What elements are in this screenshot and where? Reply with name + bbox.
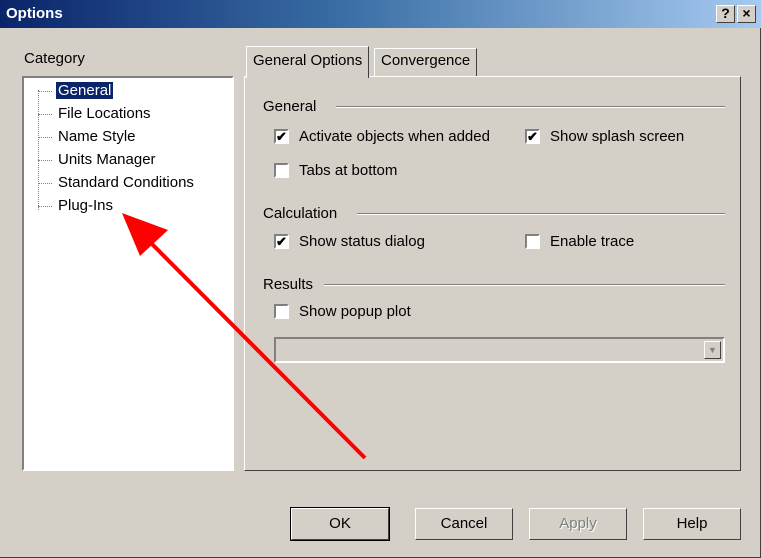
- help-dialog-button[interactable]: Help: [643, 508, 741, 540]
- group-divider: [324, 284, 725, 286]
- checkbox-box[interactable]: [274, 163, 289, 178]
- category-label: Category: [24, 50, 85, 67]
- tree-item-units-manager[interactable]: Units Manager: [38, 150, 158, 170]
- checkbox-box[interactable]: [525, 234, 540, 249]
- checkbox-label: Show status dialog: [299, 233, 425, 250]
- tree-item-label: Plug-Ins: [58, 197, 114, 214]
- tree-item-label: General: [56, 82, 114, 99]
- tabs-bottom-checkbox[interactable]: Tabs at bottom: [274, 162, 397, 179]
- checkbox-label: Enable trace: [550, 233, 635, 250]
- checkbox-label: Tabs at bottom: [299, 162, 398, 179]
- show-popup-plot-checkbox[interactable]: Show popup plot: [274, 303, 411, 320]
- group-divider: [336, 106, 725, 108]
- checkbox-box[interactable]: ✔: [274, 234, 289, 249]
- checkbox-box[interactable]: ✔: [525, 129, 540, 144]
- show-splash-checkbox[interactable]: ✔ Show splash screen: [525, 128, 684, 145]
- activate-objects-checkbox[interactable]: ✔ Activate objects when added: [274, 128, 490, 145]
- check-icon: ✔: [527, 129, 538, 144]
- category-tree[interactable]: General File Locations Name Style Units …: [22, 76, 234, 471]
- cancel-button[interactable]: Cancel: [415, 508, 513, 540]
- tree-item-label: Name Style: [58, 128, 136, 145]
- plot-select-dropdown[interactable]: ▼: [274, 337, 725, 363]
- check-icon: ✔: [276, 129, 287, 144]
- checkbox-label: Show popup plot: [299, 303, 411, 320]
- checkbox-box[interactable]: [274, 304, 289, 319]
- title-bar[interactable]: Options ? ×: [0, 0, 761, 28]
- window-title: Options: [6, 5, 63, 22]
- tree-item-label: Units Manager: [58, 151, 156, 168]
- tab-general-options[interactable]: General Options: [246, 46, 370, 78]
- tree-item-plug-ins[interactable]: Plug-Ins: [38, 196, 115, 216]
- group-label-results: Results: [263, 276, 314, 293]
- tree-item-name-style[interactable]: Name Style: [38, 127, 138, 147]
- close-button[interactable]: ×: [737, 5, 756, 23]
- tree-item-file-locations[interactable]: File Locations: [38, 104, 153, 124]
- checkbox-box[interactable]: ✔: [274, 129, 289, 144]
- checkbox-label: Show splash screen: [550, 128, 685, 145]
- options-dialog: Options ? × Category General File Locati…: [0, 0, 761, 558]
- check-icon: ✔: [276, 234, 287, 249]
- tree-item-standard-conditions[interactable]: Standard Conditions: [38, 173, 196, 193]
- tree-item-label: File Locations: [58, 105, 151, 122]
- group-label-calculation: Calculation: [263, 205, 338, 222]
- group-label-general: General: [263, 98, 317, 115]
- group-divider: [357, 213, 725, 215]
- chevron-down-icon[interactable]: ▼: [704, 341, 721, 359]
- show-status-checkbox[interactable]: ✔ Show status dialog: [274, 233, 425, 250]
- tree-item-general[interactable]: General: [38, 81, 114, 101]
- enable-trace-checkbox[interactable]: Enable trace: [525, 233, 634, 250]
- help-button[interactable]: ?: [716, 5, 735, 23]
- ok-button[interactable]: OK: [290, 507, 390, 541]
- tree-item-label: Standard Conditions: [58, 174, 194, 191]
- apply-button: Apply: [529, 508, 627, 540]
- tab-convergence[interactable]: Convergence: [374, 48, 478, 76]
- checkbox-label: Activate objects when added: [299, 128, 490, 145]
